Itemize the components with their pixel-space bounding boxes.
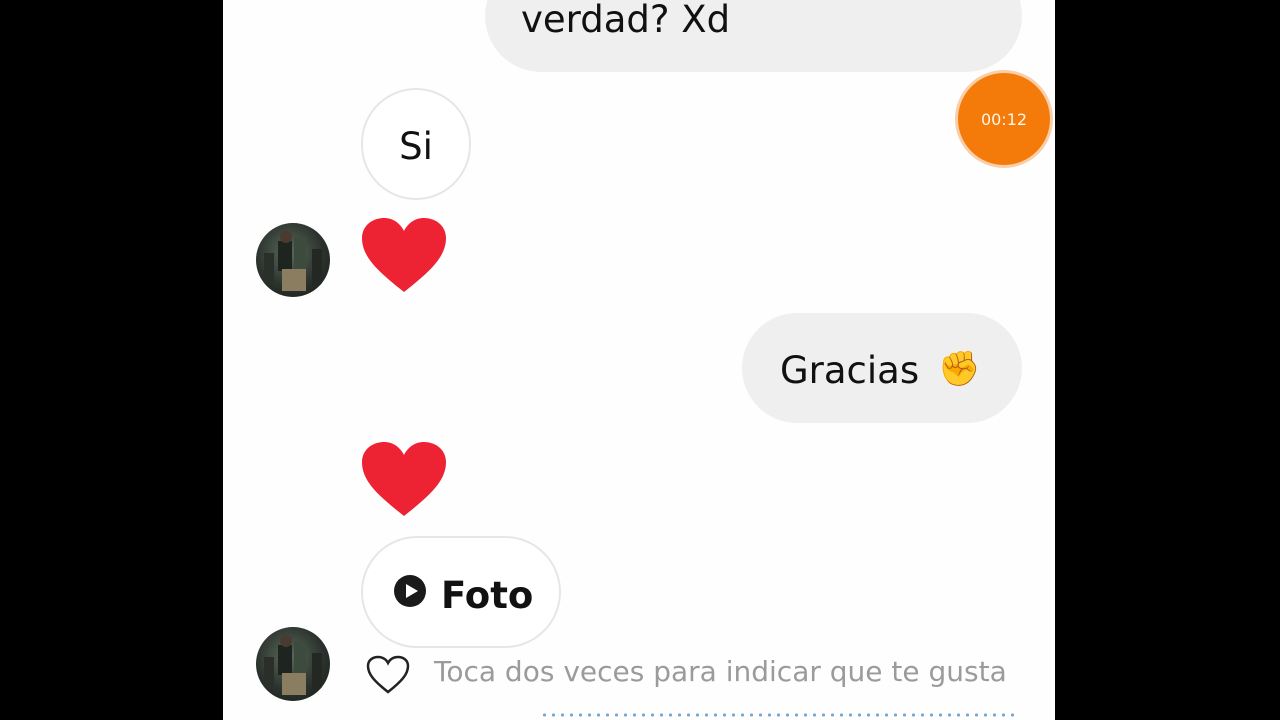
heart-reaction-icon[interactable]	[362, 442, 446, 518]
photo-message-bubble[interactable]: Foto	[361, 536, 561, 648]
avatar-photo	[264, 231, 322, 291]
contact-avatar[interactable]	[256, 627, 330, 701]
heart-reaction-icon[interactable]	[362, 218, 446, 294]
play-circle-icon	[394, 575, 426, 607]
fist-emoji-icon: ✊	[938, 349, 981, 389]
double-tap-like-hint: Toca dos veces para indicar que te gusta	[434, 655, 1007, 688]
heart-outline-icon[interactable]	[366, 655, 410, 695]
photo-label: Foto	[441, 573, 534, 617]
chat-screen: verdad? Xd 00:12 Si Gracias ✊ Foto Toca …	[223, 0, 1055, 720]
outgoing-message-bubble[interactable]: verdad? Xd	[485, 0, 1022, 72]
recording-time: 00:12	[980, 109, 1028, 129]
incoming-message-bubble[interactable]: Si	[361, 88, 471, 200]
loading-dots-indicator	[540, 713, 1018, 717]
message-text: verdad? Xd	[521, 0, 731, 41]
message-text: Gracias	[780, 349, 920, 392]
outgoing-message-bubble[interactable]: Gracias ✊	[742, 313, 1022, 423]
message-text: Si	[399, 124, 433, 168]
avatar-photo	[264, 635, 322, 695]
recording-timer-badge[interactable]: 00:12	[958, 73, 1050, 165]
contact-avatar[interactable]	[256, 223, 330, 297]
